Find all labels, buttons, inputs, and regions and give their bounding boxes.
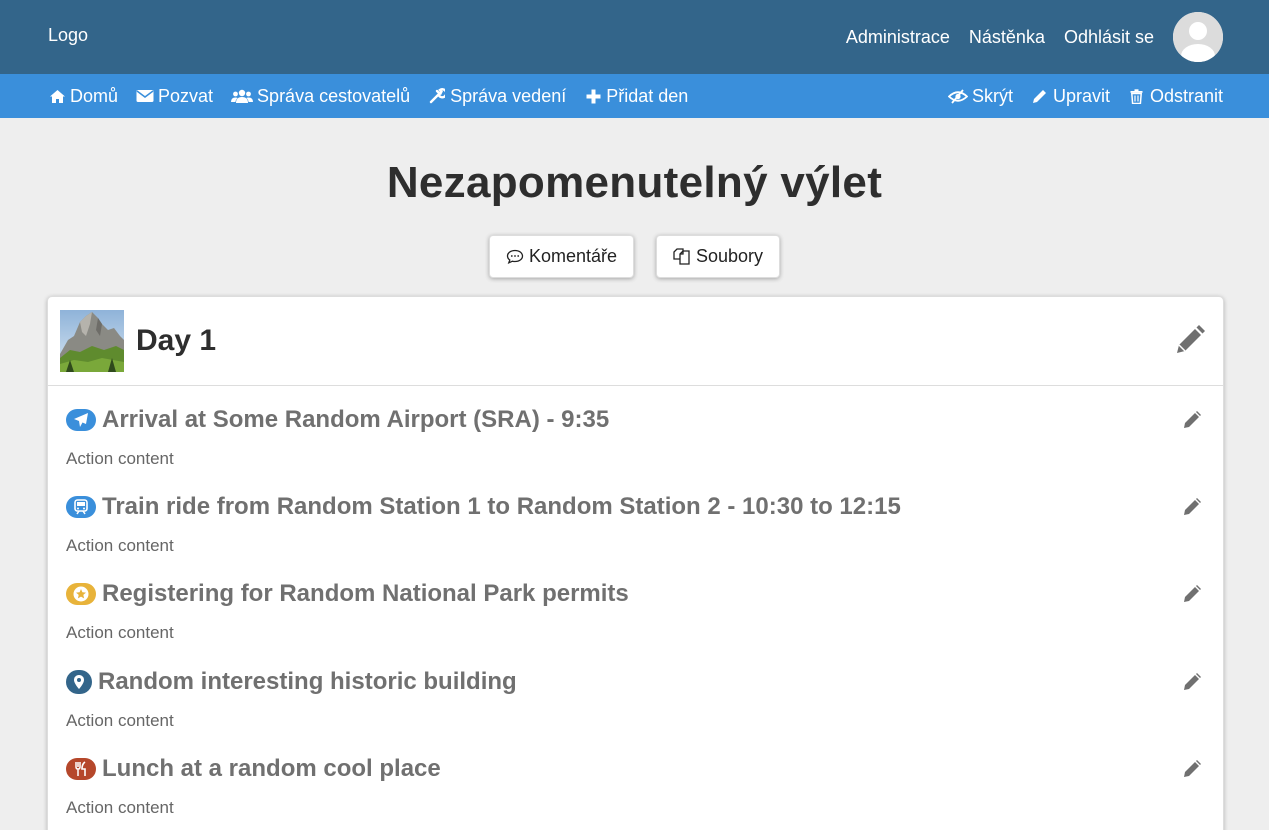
nav-invite-label: Pozvat [158,85,214,106]
action-content: Action content [66,711,174,730]
action-content: Action content [66,798,174,817]
wrench-icon [428,87,446,105]
action-title[interactable]: Registering for Random National Park per… [66,579,629,609]
logout-link[interactable]: Odhlásit se [1064,27,1154,48]
plus-icon [584,87,602,105]
action-title-text: Arrival at Some Random Airport (SRA) - 9… [102,406,610,433]
envelope-icon [136,87,154,105]
nav-add-day-label: Přidat den [606,85,689,106]
page-title: Nezapomenutelný výlet [386,158,883,207]
action-edit-button[interactable] [1183,498,1201,516]
nav-travelers-label: Správa cestovatelů [257,85,411,106]
action-edit-button[interactable] [1183,411,1201,429]
logo[interactable]: Logo [48,25,88,46]
pencil-icon [1031,87,1049,105]
pencil-icon [1184,498,1201,515]
mountain-image-icon [60,310,124,372]
hide-label: Skrýt [971,85,1013,106]
action-title[interactable]: Train ride from Random Station 1 to Rand… [66,492,901,522]
files-icon [673,248,691,265]
action-title[interactable]: Arrival at Some Random Airport (SRA) - 9… [66,405,609,435]
edit-label: Upravit [1052,85,1110,106]
plane-icon [66,409,96,431]
comments-button[interactable]: Komentáře [488,235,634,278]
pencil-icon [1177,325,1205,353]
pencil-icon [1184,585,1201,602]
eye-slash-icon [947,87,968,105]
action-item: Registering for Random National Park per… [66,579,1206,659]
nav-travelers[interactable]: Správa cestovatelů [231,86,410,107]
top-navbar: Logo Administrace Nástěnka Odhlásit se [0,0,1269,74]
pencil-icon [1184,411,1201,428]
hide-button[interactable]: Skrýt [947,85,1013,107]
day-thumbnail[interactable] [60,310,124,372]
action-content: Action content [66,536,174,555]
users-icon [231,87,254,105]
nav-management-label: Správa vedení [450,85,567,106]
action-item: Lunch at a random cool place Action cont… [66,754,1206,830]
map-marker-icon [66,670,92,694]
nav-home-label: Domů [70,85,119,106]
home-icon [48,87,66,105]
files-button[interactable]: Soubory [656,235,781,278]
files-label: Soubory [696,246,764,266]
edit-button[interactable]: Upravit [1031,86,1110,107]
nastenka-link[interactable]: Nástěnka [969,27,1045,48]
day-card: Day 1 Arrival at Some Random Airport (SR… [47,296,1224,830]
user-avatar-icon [1173,12,1223,62]
action-item: Random interesting historic building Act… [66,667,1206,747]
pencil-icon [1184,760,1201,777]
delete-label: Odstranit [1149,85,1223,106]
day-header: Day 1 [48,297,1223,386]
day-title: Day 1 [136,324,217,357]
nav-invite[interactable]: Pozvat [136,86,213,107]
action-item: Train ride from Random Station 1 to Rand… [66,492,1206,572]
action-title-text: Lunch at a random cool place [102,755,441,782]
comments-label: Komentáře [528,246,617,266]
action-content: Action content [66,623,174,642]
top-links: Administrace Nástěnka Odhlásit se [846,12,1223,62]
action-title-text: Train ride from Random Station 1 to Rand… [102,493,901,520]
administrace-link[interactable]: Administrace [846,27,950,48]
delete-button[interactable]: Odstranit [1128,86,1223,107]
action-title-text: Random interesting historic building [98,668,517,695]
action-title[interactable]: Lunch at a random cool place [66,754,441,784]
page-action-buttons: Komentáře Soubory [0,235,1269,278]
avatar[interactable] [1173,12,1223,62]
star-icon [66,583,96,605]
trash-icon [1128,87,1146,105]
action-title[interactable]: Random interesting historic building [66,667,517,697]
action-edit-button[interactable] [1183,585,1201,603]
nav-add-day[interactable]: Přidat den [584,86,688,107]
train-icon [66,496,96,518]
nav-management[interactable]: Správa vedení [428,86,566,107]
nav-home[interactable]: Domů [48,86,118,107]
action-edit-button[interactable] [1183,673,1201,691]
sub-navbar: Domů Pozvat Správa cestovatelů Správa ve… [0,74,1269,118]
cutlery-icon [66,758,96,780]
action-title-text: Registering for Random National Park per… [102,580,629,607]
day-edit-button[interactable] [1175,325,1205,355]
action-edit-button[interactable] [1183,760,1201,778]
action-content: Action content [66,449,174,468]
action-item: Arrival at Some Random Airport (SRA) - 9… [66,405,1206,485]
pencil-icon [1184,673,1201,690]
comment-icon [506,249,524,264]
